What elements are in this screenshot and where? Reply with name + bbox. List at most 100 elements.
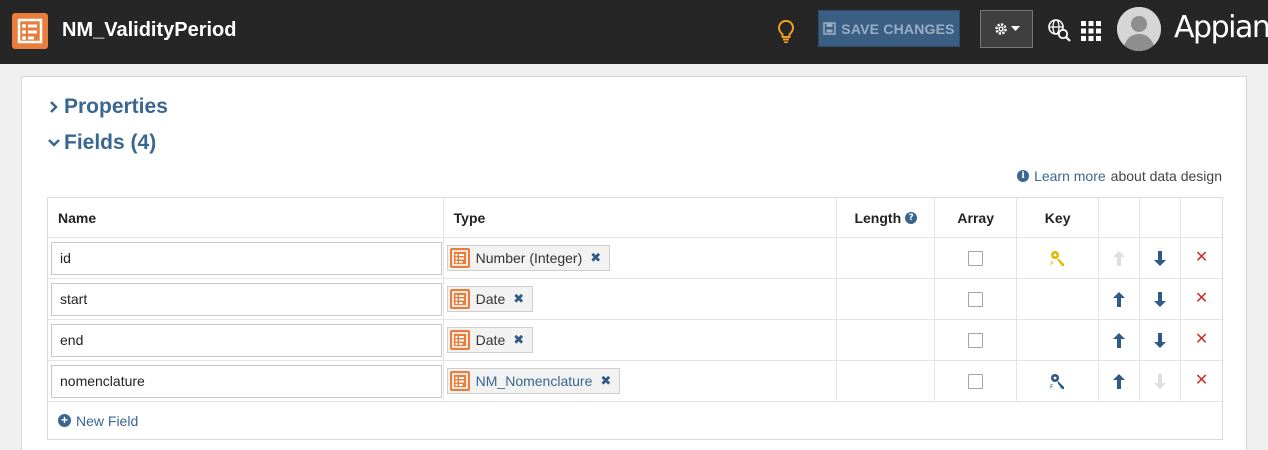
learn-more-note: i Learn more about data design	[1017, 168, 1222, 184]
new-field-link[interactable]: + New Field	[48, 402, 1222, 439]
header-length: Length?	[837, 198, 936, 237]
type-label: Date	[475, 332, 506, 348]
array-checkbox[interactable]	[968, 373, 984, 389]
table-row: end Date ✖ ✕	[48, 320, 1222, 361]
type-chip[interactable]: Date ✖	[446, 327, 534, 353]
field-type-cell: Number (Integer) ✖	[444, 238, 838, 278]
move-up-cell	[1099, 279, 1141, 319]
move-down-cell	[1140, 279, 1182, 319]
data-type-icon	[449, 371, 470, 391]
delete-cell: ✕	[1181, 279, 1222, 319]
learn-more-text: about data design	[1110, 168, 1222, 184]
array-checkbox[interactable]	[968, 250, 984, 266]
delete-cell: ✕	[1181, 238, 1222, 278]
fields-heading: Fields (4)	[64, 131, 157, 154]
fields-table: Name Type Length? Array Key id Number (I…	[47, 197, 1223, 440]
field-length-cell	[837, 238, 936, 278]
type-label: Number (Integer)	[475, 250, 583, 266]
globe-search-icon[interactable]	[1046, 17, 1072, 43]
arrow-down-icon[interactable]	[1154, 250, 1167, 266]
delete-field-icon[interactable]: ✕	[1195, 291, 1208, 307]
delete-cell: ✕	[1181, 320, 1222, 360]
type-chip[interactable]: NM_Nomenclature ✖	[446, 368, 621, 394]
delete-field-icon[interactable]: ✕	[1195, 373, 1208, 389]
data-type-icon	[12, 13, 48, 49]
new-field-label: New Field	[76, 412, 139, 429]
field-length-cell	[837, 279, 936, 319]
chevron-right-icon	[50, 101, 58, 113]
properties-section-toggle[interactable]: Properties	[48, 94, 168, 120]
arrow-up-icon[interactable]	[1113, 291, 1126, 307]
header-name-label: Name	[58, 209, 97, 226]
data-type-icon	[449, 330, 470, 350]
remove-type-icon[interactable]: ✖	[600, 373, 611, 389]
save-changes-button[interactable]: SAVE CHANGES	[818, 10, 960, 47]
table-row: id Number (Integer) ✖ P ✕	[48, 238, 1222, 279]
type-link-label[interactable]: NM_Nomenclature	[476, 373, 593, 389]
field-name-cell: start	[48, 279, 444, 319]
table-header-row: Name Type Length? Array Key	[48, 198, 1222, 238]
header-length-label: Length	[854, 209, 902, 226]
user-avatar[interactable]	[1117, 7, 1161, 51]
type-chip[interactable]: Date ✖	[446, 286, 534, 312]
data-type-card: Properties Fields (4) i Learn more about…	[21, 76, 1247, 450]
field-name-input[interactable]: nomenclature	[51, 364, 442, 398]
remove-type-icon[interactable]: ✖	[590, 250, 601, 266]
arrow-down-icon	[1154, 373, 1167, 389]
field-array-cell	[935, 238, 1018, 278]
array-checkbox[interactable]	[968, 332, 984, 348]
field-type-cell: Date ✖	[444, 279, 838, 319]
field-key-cell	[1017, 279, 1100, 319]
data-type-icon	[449, 248, 470, 268]
move-down-cell	[1140, 238, 1182, 278]
field-array-cell	[935, 320, 1018, 360]
move-up-cell	[1099, 320, 1141, 360]
field-name-input[interactable]: end	[51, 323, 442, 357]
field-type-cell: NM_Nomenclature ✖	[444, 361, 838, 401]
header-key-label: Key	[1044, 209, 1071, 226]
fields-section-toggle[interactable]: Fields (4)	[48, 130, 156, 156]
field-key-cell	[1017, 320, 1100, 360]
header-array-label: Array	[957, 209, 995, 226]
svg-text:P: P	[1050, 261, 1054, 267]
field-name-input[interactable]: id	[51, 241, 442, 275]
field-length-cell	[837, 320, 936, 360]
field-name-cell: nomenclature	[48, 361, 444, 401]
plus-icon: +	[58, 414, 71, 427]
arrow-down-icon[interactable]	[1154, 291, 1167, 307]
move-up-cell	[1099, 361, 1141, 401]
type-label: Date	[475, 291, 506, 307]
delete-field-icon[interactable]: ✕	[1195, 250, 1208, 266]
help-icon[interactable]: ?	[905, 211, 918, 224]
header-move-down	[1140, 198, 1182, 237]
field-length-cell	[837, 361, 936, 401]
primary-key-icon[interactable]: P	[1049, 249, 1067, 267]
move-down-cell	[1140, 361, 1182, 401]
top-bar: NM_ValidityPeriod SAVE CHANGES Appian	[0, 0, 1268, 64]
table-row: nomenclature NM_Nomenclature ✖ F ✕	[48, 361, 1222, 402]
field-name-cell: id	[48, 238, 444, 278]
field-name-input[interactable]: start	[51, 282, 442, 316]
header-name: Name	[48, 198, 444, 237]
header-type-label: Type	[453, 209, 486, 226]
table-row: start Date ✖ ✕	[48, 279, 1222, 320]
foreign-key-icon[interactable]: F	[1049, 372, 1067, 390]
apps-grid-icon[interactable]	[1080, 20, 1102, 42]
page-title: NM_ValidityPeriod	[62, 19, 237, 41]
remove-type-icon[interactable]: ✖	[513, 291, 524, 307]
lightbulb-icon[interactable]	[776, 18, 796, 44]
properties-heading: Properties	[64, 95, 168, 118]
remove-type-icon[interactable]: ✖	[513, 332, 524, 348]
arrow-up-icon[interactable]	[1113, 332, 1126, 348]
arrow-down-icon[interactable]	[1154, 332, 1167, 348]
arrow-up-icon[interactable]	[1113, 373, 1126, 389]
appian-logo: Appian	[1174, 10, 1268, 45]
delete-field-icon[interactable]: ✕	[1195, 332, 1208, 348]
settings-menu-button[interactable]	[980, 10, 1033, 48]
header-key: Key	[1017, 198, 1100, 237]
array-checkbox[interactable]	[968, 291, 984, 307]
type-chip[interactable]: Number (Integer) ✖	[446, 245, 611, 271]
header-move-up	[1099, 198, 1141, 237]
move-down-cell	[1140, 320, 1182, 360]
learn-more-link[interactable]: Learn more	[1034, 168, 1106, 184]
